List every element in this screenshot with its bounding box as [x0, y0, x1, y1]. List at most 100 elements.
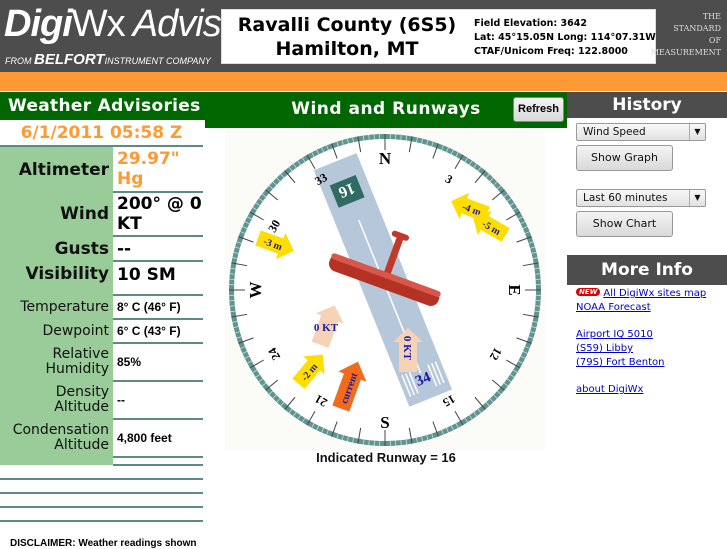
west-label: W [246, 282, 265, 299]
empty-row [0, 508, 203, 522]
more-info-section: More Info [567, 255, 727, 285]
logo-digi: Digi [4, 3, 72, 45]
spacer-cell [113, 287, 203, 295]
history-parameter-value: Wind Speed [583, 126, 646, 138]
history-parameter-select[interactable]: Wind Speed ▼ [576, 123, 706, 141]
table-row: Wind 200° @ 0 KT [0, 192, 203, 236]
east-label: E [505, 284, 524, 295]
wind-runways-header: Wind and Runways Refresh [205, 92, 567, 128]
logo-from: FROM [5, 56, 34, 66]
logo-wx: Wx [72, 3, 125, 45]
table-spacer-row [0, 287, 203, 295]
spacer-cell [0, 287, 113, 295]
humidity-value: 85% [113, 343, 203, 381]
observation-time: 6/1/2011 05:58 Z [0, 120, 203, 147]
link-noaa-forecast[interactable]: NOAA Forecast [576, 302, 651, 313]
temperature-label: Temperature [0, 295, 113, 319]
empty-row [0, 466, 203, 480]
crosswind-label: 0 KT [314, 322, 339, 334]
refresh-button[interactable]: Refresh [513, 97, 564, 122]
altimeter-label: Altimeter [0, 147, 113, 192]
history-panel: History Wind Speed ▼ Show Graph Last 60 … [567, 92, 727, 118]
tagline: THE STANDARD OF MEASUREMENT [651, 11, 721, 59]
more-info-title: More Info [567, 255, 727, 285]
site-details: Field Elevation: 3642 Lat: 45°15.05N Lon… [474, 17, 656, 59]
tagline-line: THE [651, 11, 721, 23]
history-range-value: Last 60 minutes [583, 192, 667, 204]
orange-divider [0, 72, 727, 91]
field-elevation: Field Elevation: 3642 [474, 17, 656, 31]
empty-row [0, 494, 203, 508]
chevron-down-icon[interactable]: ▼ [689, 124, 705, 140]
compass-svg: 16 34 N E S W 36121521243033 [225, 130, 545, 450]
table-spacer-row [0, 457, 203, 465]
spacer-cell [0, 457, 113, 465]
table-row: Density Altitude -- [0, 381, 203, 419]
compass-tick [369, 135, 370, 140]
site-name-line2: Hamilton, MT [222, 37, 472, 61]
history-range-select[interactable]: Last 60 minutes ▼ [576, 189, 706, 207]
site-name: Ravalli County (6S5) Hamilton, MT [222, 13, 472, 61]
dewpoint-label: Dewpoint [0, 319, 113, 343]
condensation-altitude-value: 4,800 feet [113, 419, 203, 457]
wind-label: Wind [0, 192, 113, 236]
altimeter-value: 29.97" Hg [113, 147, 203, 192]
weather-table: Altimeter 29.97" Hg Wind 200° @ 0 KT Gus… [0, 147, 203, 466]
gusts-label: Gusts [0, 236, 113, 261]
table-row: Visibility 10 SM [0, 261, 203, 287]
density-altitude-value: -- [113, 381, 203, 419]
link-label[interactable]: All DigiWx sites map [603, 288, 706, 299]
temperature-value: 8° C (46° F) [113, 295, 203, 319]
link-airport-iq[interactable]: Airport IQ 5010 [576, 329, 653, 340]
wind-compass: 16 34 N E S W 36121521243033 [225, 130, 545, 450]
compass-tick [401, 135, 402, 140]
table-row: Dewpoint 6° C (43° F) [0, 319, 203, 343]
logo-belfort: BELFORT [34, 51, 105, 68]
north-label: N [379, 149, 392, 168]
site-info-box: Ravalli County (6S5) Hamilton, MT Field … [221, 9, 656, 64]
show-graph-button[interactable]: Show Graph [576, 145, 673, 171]
link-about-digiwx[interactable]: about DigiWx [576, 384, 643, 395]
new-badge-icon: NEW [576, 288, 600, 296]
compass-tick [401, 440, 402, 445]
disclaimer: DISCLAIMER: Weather readings shown [10, 538, 197, 549]
site-header: DigiWx AdvisorTM FROM BELFORTINSTRUMENT … [0, 0, 727, 72]
visibility-value: 10 SM [113, 261, 203, 287]
compass-tick [230, 306, 235, 307]
indicated-runway: Indicated Runway = 16 [205, 450, 567, 465]
weather-advisories-panel: Weather Advisories 6/1/2011 05:58 Z Alti… [0, 92, 205, 522]
belfort-logo: FROM BELFORTINSTRUMENT COMPANY [5, 51, 211, 68]
table-row: Gusts -- [0, 236, 203, 261]
tagline-line: STANDARD [651, 23, 721, 35]
condensation-altitude-label: Condensation Altitude [0, 419, 113, 457]
dewpoint-value: 6° C (43° F) [113, 319, 203, 343]
compass-tick [535, 306, 540, 307]
link-libby[interactable]: (S59) Libby [576, 343, 633, 354]
tagline-line: OF [651, 35, 721, 47]
table-row: Temperature 8° C (46° F) [0, 295, 203, 319]
humidity-label: Relative Humidity [0, 343, 113, 381]
gusts-value: -- [113, 236, 203, 261]
show-chart-button[interactable]: Show Chart [576, 211, 673, 237]
advisories-title: Weather Advisories [0, 92, 205, 120]
lat-long: Lat: 45°15.05N Long: 114°07.31W [474, 31, 656, 45]
logo-company: INSTRUMENT COMPANY [105, 56, 211, 66]
history-title: History [567, 92, 727, 118]
wind-value: 200° @ 0 KT [113, 192, 203, 236]
compass-tick [230, 274, 235, 275]
site-name-line1: Ravalli County (6S5) [222, 13, 472, 37]
south-label: S [380, 413, 389, 432]
ctaf-frequency: CTAF/Unicom Freq: 122.8000 [474, 45, 656, 59]
link-fort-benton[interactable]: (79S) Fort Benton [576, 357, 665, 368]
tagline-line: MEASUREMENT [651, 47, 721, 59]
compass-tick [369, 440, 370, 445]
table-row: Condensation Altitude 4,800 feet [0, 419, 203, 457]
density-altitude-label: Density Altitude [0, 381, 113, 419]
spacer-cell [113, 457, 203, 465]
compass-tick [535, 274, 540, 275]
visibility-label: Visibility [0, 261, 113, 287]
chevron-down-icon[interactable]: ▼ [689, 190, 705, 206]
table-row: Relative Humidity 85% [0, 343, 203, 381]
link-all-sites-map[interactable]: NEWAll DigiWx sites map [576, 288, 706, 299]
wind-runways-panel: Wind and Runways Refresh 16 34 [205, 92, 567, 128]
